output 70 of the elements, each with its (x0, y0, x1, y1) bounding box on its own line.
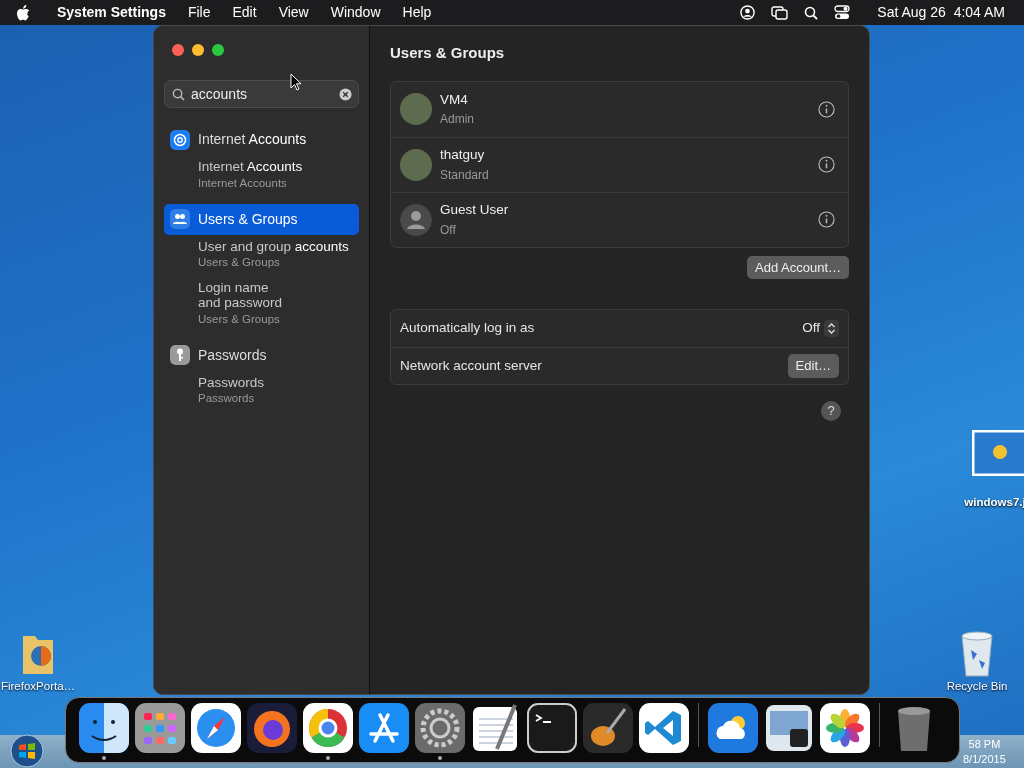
user-role: Off (440, 221, 457, 239)
people-icon (170, 209, 190, 230)
info-icon[interactable] (818, 100, 835, 118)
info-icon[interactable] (818, 156, 835, 173)
photo-stack-icon[interactable] (764, 703, 814, 753)
user-role: Standard (440, 166, 490, 184)
chevron-ribbon-icon[interactable] (639, 703, 689, 753)
apple-icon[interactable] (16, 4, 30, 21)
help-button[interactable]: ? (821, 401, 841, 421)
menu-bar-clock[interactable]: Sat Aug 26 4:04 AM (866, 2, 1016, 23)
result-title[interactable]: Internet Accounts (198, 159, 359, 175)
pane-title: Users & Groups (390, 43, 506, 63)
user-name: VM4 (440, 90, 469, 109)
menu-item[interactable]: Window (319, 2, 392, 23)
stacked-windows-icon[interactable] (771, 5, 789, 20)
result-subtitle: Internet Accounts (198, 175, 288, 191)
compass-icon[interactable] (191, 703, 241, 753)
app-menu[interactable]: System Settings (46, 2, 177, 23)
avatar-photo-placeholder (400, 148, 432, 181)
result-subtitle: Passwords (198, 391, 256, 407)
minimize-button[interactable] (192, 44, 204, 56)
search-field[interactable]: accounts (164, 80, 359, 108)
key-icon (170, 345, 190, 366)
zoom-button[interactable] (212, 44, 224, 56)
app-grid-icon[interactable] (135, 703, 185, 753)
user-role: Admin (440, 111, 475, 129)
search-icon[interactable] (804, 5, 819, 20)
info-icon[interactable] (818, 211, 835, 228)
taskbar-date: 8/1/2015 (963, 752, 1006, 767)
menu-item[interactable]: File (176, 2, 222, 23)
popup-menu[interactable]: Off (802, 318, 839, 339)
menu-item[interactable]: Help (391, 2, 443, 23)
updown-chevron-icon (824, 320, 839, 337)
desktop-icon-label[interactable]: FirefoxPorta… (0, 678, 76, 696)
toggles-icon[interactable] (834, 5, 851, 20)
desktop-icon-label[interactable]: Recycle Bin (942, 678, 1012, 696)
terminal-icon[interactable] (527, 703, 577, 753)
cursor-icon (290, 73, 302, 91)
add-account-button[interactable]: Add Account… (747, 255, 849, 279)
user-name: Guest User (440, 201, 510, 220)
result-subtitle: Users & Groups (198, 255, 281, 271)
result-title[interactable]: Passwords (198, 374, 359, 391)
search-result[interactable]: Internet Accounts (164, 124, 359, 155)
image-thumbnail-icon[interactable] (972, 430, 1024, 476)
user-name: thatguy (440, 146, 486, 165)
search-result[interactable]: Users & Groups (164, 203, 359, 235)
edit-button[interactable]: Edit… (787, 354, 839, 378)
setting-label: Network account server (400, 356, 542, 375)
clear-icon[interactable] (339, 88, 352, 101)
taskbar-time: 58 PM (967, 737, 1002, 752)
start-orb-icon[interactable] (10, 734, 44, 768)
result-title[interactable]: Login name and password (198, 279, 359, 311)
setting-label: Automatically log in as (400, 319, 535, 338)
menu-item[interactable]: View (267, 2, 320, 23)
result-subtitle: Users & Groups (198, 311, 281, 327)
result-title[interactable]: User and group accounts (198, 238, 359, 255)
desktop-icon-label[interactable]: windows7.j (960, 494, 1024, 512)
trash-bin-icon[interactable] (959, 630, 995, 678)
tricolor-wheel-icon[interactable] (303, 703, 353, 753)
flower-petals-icon[interactable] (820, 703, 870, 753)
close-button[interactable] (172, 44, 184, 56)
user-circle-icon[interactable] (740, 5, 756, 20)
pencil-cross-icon[interactable] (359, 703, 409, 753)
avatar-photo-placeholder (400, 93, 432, 125)
cloud-sun-icon[interactable] (708, 703, 758, 753)
menu-item[interactable]: Edit (221, 2, 268, 23)
person-silhouette-icon (400, 203, 432, 236)
gear-icon[interactable] (415, 703, 465, 753)
smiley-face-icon[interactable] (79, 703, 129, 753)
search-result[interactable]: Passwords (164, 339, 359, 371)
